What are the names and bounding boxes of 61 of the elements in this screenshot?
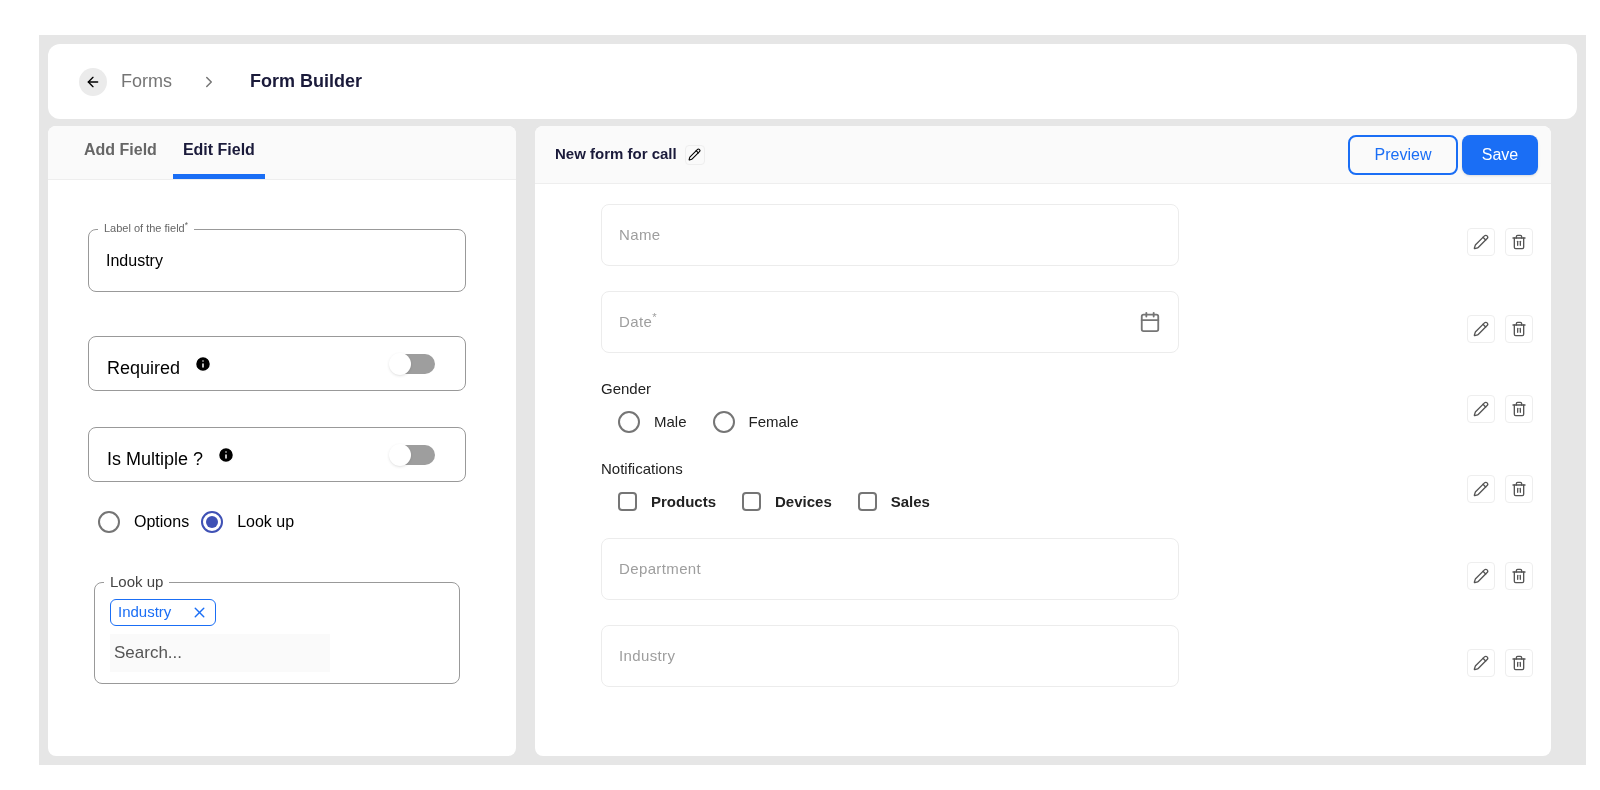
option-label: Sales xyxy=(890,491,930,512)
option-label: Male xyxy=(654,411,687,432)
trash-icon xyxy=(1511,480,1527,497)
pencil-icon xyxy=(1473,568,1489,584)
pencil-icon xyxy=(1473,234,1489,250)
edit-button[interactable] xyxy=(1467,562,1495,590)
pencil-icon xyxy=(1473,655,1489,671)
tab[interactable]: Edit Field xyxy=(172,126,265,179)
save-button[interactable]: Save xyxy=(1462,134,1538,175)
input-field[interactable]: Date$^{*}$ xyxy=(601,291,1179,353)
trash-icon xyxy=(1511,400,1527,417)
delete-button[interactable] xyxy=(1505,394,1533,423)
pencil-icon xyxy=(1473,400,1489,417)
breadcrumb-link[interactable]: Forms xyxy=(121,68,172,95)
radio-button[interactable] xyxy=(618,410,640,433)
radio-button[interactable] xyxy=(98,511,120,533)
chip[interactable]: Industry xyxy=(110,599,217,626)
option-label: Products xyxy=(651,491,716,512)
edit-button[interactable] xyxy=(1467,394,1495,423)
search-field[interactable]: Search... xyxy=(110,634,330,672)
delete-button[interactable] xyxy=(1505,228,1533,256)
group-label: Gender xyxy=(601,379,652,399)
preview-button[interactable]: Preview xyxy=(1348,134,1458,175)
pencil-icon xyxy=(688,148,702,161)
form-title: New form for call xyxy=(555,144,677,165)
page-title: Form Builder xyxy=(250,70,362,93)
delete-button[interactable] xyxy=(1505,315,1533,343)
back-button[interactable] xyxy=(79,67,107,96)
trash-icon xyxy=(1511,234,1527,250)
checkbox[interactable] xyxy=(742,492,761,512)
delete-button[interactable] xyxy=(1505,474,1533,503)
tab[interactable]: Add Field xyxy=(74,126,167,179)
pencil-icon xyxy=(1473,321,1489,337)
delete-button[interactable] xyxy=(1505,562,1533,590)
checkbox[interactable] xyxy=(618,492,637,512)
trash-icon xyxy=(1511,655,1527,671)
info-icon xyxy=(194,354,213,373)
option-label: Female xyxy=(748,411,799,432)
option-label: Look up xyxy=(237,512,295,532)
input-field[interactable]: Department xyxy=(601,538,1179,600)
checkbox[interactable] xyxy=(857,492,877,512)
edit-title-button[interactable] xyxy=(684,144,705,165)
info-icon xyxy=(217,445,236,464)
edit-button[interactable] xyxy=(1467,315,1495,343)
trash-icon xyxy=(1511,321,1527,337)
input-field[interactable]: Name xyxy=(601,204,1179,266)
group-label: Notifications xyxy=(601,459,683,479)
edit-button[interactable] xyxy=(1467,474,1495,503)
edit-button[interactable] xyxy=(1467,649,1495,677)
pencil-icon xyxy=(1473,480,1489,497)
calendar-icon xyxy=(1139,311,1161,333)
edit-button[interactable] xyxy=(1467,228,1495,256)
toggle-label: Required xyxy=(107,357,181,380)
delete-button[interactable] xyxy=(1505,649,1533,677)
toggle-label: Is Multiple ? xyxy=(107,448,204,471)
radio-button[interactable] xyxy=(712,410,735,433)
trash-icon xyxy=(1511,568,1527,584)
input-field[interactable]: Industry xyxy=(601,625,1179,687)
radio-button[interactable] xyxy=(201,511,224,533)
option-label: Devices xyxy=(775,491,832,512)
option-label: Options xyxy=(134,512,190,532)
